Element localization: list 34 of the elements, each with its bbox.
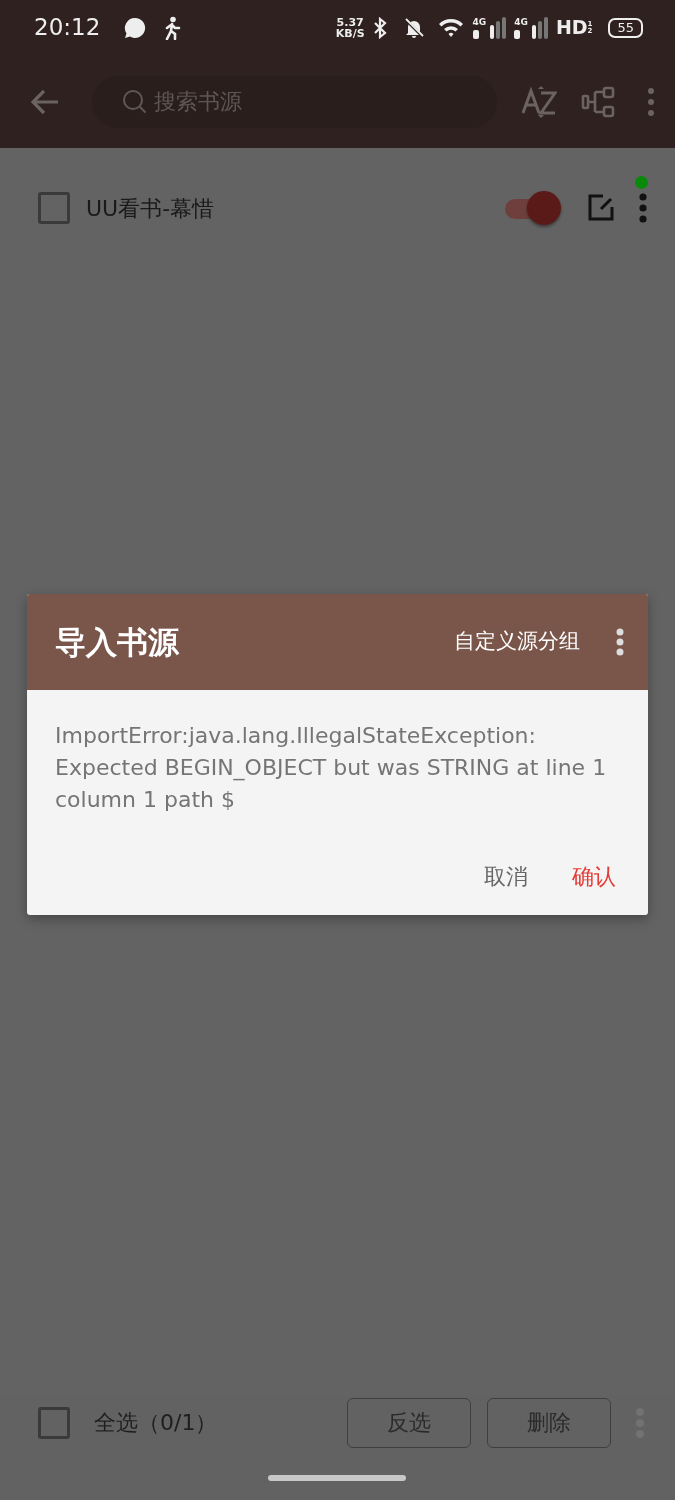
edit-icon[interactable] <box>587 194 615 222</box>
source-name: UU看书-幕惜 <box>86 194 215 223</box>
speed-value: 5.37 <box>335 16 365 28</box>
bell-muted-icon <box>402 16 425 39</box>
search-bar[interactable]: 搜索书源 <box>92 75 497 128</box>
toggle-switch[interactable] <box>505 191 563 225</box>
signal-bars-icon <box>531 16 548 39</box>
group-nodes-icon[interactable] <box>581 85 615 118</box>
search-icon <box>122 88 148 115</box>
custom-group-button[interactable]: 自定义源分组 <box>448 620 586 664</box>
back-arrow-icon[interactable] <box>30 88 60 115</box>
checkbox[interactable] <box>38 192 70 224</box>
dialog-title: 导入书源 <box>55 622 179 662</box>
select-all-label[interactable]: 全选（0/1） <box>94 1406 218 1439</box>
invert-selection-button[interactable]: 反选 <box>347 1397 471 1448</box>
more-options-icon[interactable] <box>639 193 647 223</box>
network-type: 4G <box>472 16 487 30</box>
more-options-icon[interactable] <box>616 628 624 656</box>
bluetooth-icon <box>372 16 387 39</box>
signal-bars-icon <box>490 16 507 39</box>
network-type: 4G <box>514 16 528 30</box>
cancel-button[interactable]: 取消 <box>472 852 540 901</box>
speed-unit: KB/S <box>335 27 365 39</box>
sort-az-icon[interactable] <box>521 84 557 119</box>
error-message: ImportError:java.lang.IllegalStateException: Expected BEGIN_OBJECT but was STRING at line 1 column 1 path $ <box>54 722 608 814</box>
confirm-button[interactable]: 确认 <box>560 852 628 901</box>
search-field[interactable]: 搜索书源 <box>152 84 372 119</box>
status-dot <box>635 176 648 189</box>
checkbox[interactable] <box>38 1406 70 1439</box>
network-label: HD <box>555 15 588 41</box>
chat-bubble-icon <box>124 16 147 39</box>
battery-level: 55 <box>608 17 643 38</box>
delete-button[interactable]: 删除 <box>487 1397 611 1448</box>
clock: 20:12 <box>34 13 101 43</box>
